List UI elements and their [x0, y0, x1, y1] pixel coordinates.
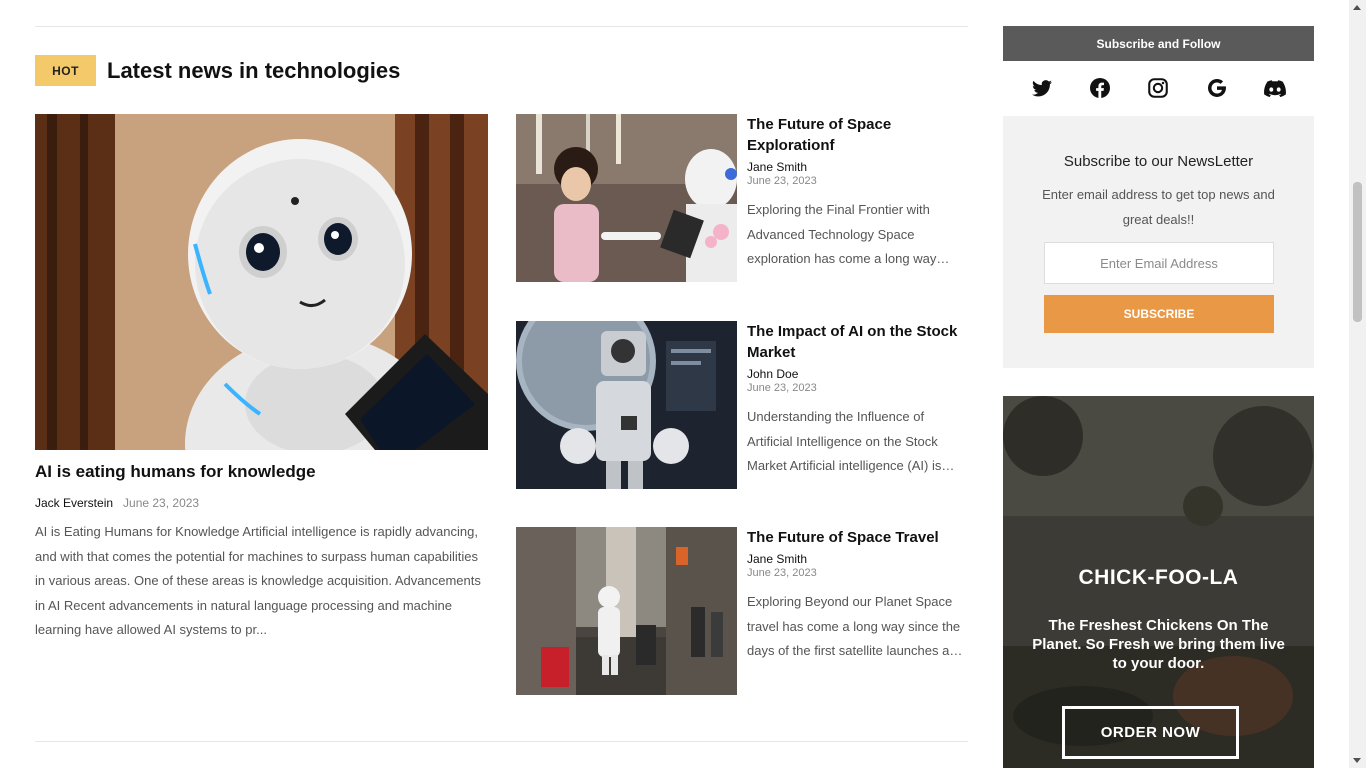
article-card[interactable]: The Future of Space Explorationf Jane Sm… [516, 114, 968, 282]
article-excerpt: Exploring Beyond our Planet Space travel… [747, 594, 964, 658]
article-body: The Future of Space Explorationf Jane Sm… [747, 114, 968, 272]
section-header: HOT Latest news in technologies [35, 55, 400, 86]
newsletter-title: Subscribe to our NewsLetter [1063, 153, 1254, 170]
article-date: June 23, 2023 [747, 382, 817, 394]
scroll-up-arrow-icon[interactable] [1353, 5, 1361, 10]
article-card[interactable]: The Future of Space Travel Jane Smith Ju… [516, 527, 968, 695]
article-author[interactable]: Jane Smith [747, 552, 968, 566]
social-links [1003, 70, 1314, 106]
facebook-icon[interactable] [1089, 77, 1111, 99]
featured-meta: Jack Everstein June 23, 2023 [35, 496, 199, 510]
street-robot-illustration [516, 527, 737, 695]
article-image[interactable] [516, 114, 737, 282]
article-title[interactable]: The Future of Space Explorationf [747, 114, 968, 156]
article-excerpt: Exploring the Final Frontier with Advanc… [747, 202, 937, 266]
featured-title[interactable]: AI is eating humans for knowledge [35, 462, 316, 482]
ad-brand: CHICK-FOO-LA [1078, 566, 1239, 589]
article-body: The Future of Space Travel Jane Smith Ju… [747, 527, 968, 664]
instagram-icon[interactable] [1147, 77, 1169, 99]
hot-badge: HOT [35, 55, 96, 86]
scroll-down-arrow-icon[interactable] [1353, 758, 1361, 763]
featured-excerpt: AI is Eating Humans for Knowledge Artifi… [35, 524, 481, 637]
ad-tagline: The Freshest Chickens On The Planet. So … [1032, 617, 1285, 672]
ad-banner[interactable]: CHICK-FOO-LA The Freshest Chickens On Th… [1003, 396, 1314, 768]
newsletter-box: Subscribe to our NewsLetter Enter email … [1003, 116, 1314, 368]
subscribe-button[interactable]: SUBSCRIBE [1044, 295, 1274, 333]
follow-bar: Subscribe and Follow [1003, 26, 1314, 61]
bottom-divider [35, 741, 968, 742]
girl-and-robot-illustration [516, 114, 737, 282]
article-date: June 23, 2023 [747, 567, 817, 579]
featured-author[interactable]: Jack Everstein [35, 496, 113, 510]
article-image[interactable] [516, 527, 737, 695]
page: HOT Latest news in technologies AI is ea… [0, 0, 1366, 768]
article-image[interactable] [516, 321, 737, 489]
section-title: Latest news in technologies [107, 57, 401, 83]
metal-robot-illustration [516, 321, 737, 489]
article-date: June 23, 2023 [747, 175, 817, 187]
twitter-icon[interactable] [1031, 77, 1053, 99]
email-field[interactable] [1044, 242, 1274, 284]
article-body: The Impact of AI on the Stock Market Joh… [747, 321, 968, 479]
article-author[interactable]: Jane Smith [747, 160, 968, 174]
scroll-thumb[interactable] [1353, 182, 1362, 322]
article-title[interactable]: The Future of Space Travel [747, 527, 968, 548]
article-author[interactable]: John Doe [747, 367, 968, 381]
robot-illustration [35, 114, 488, 450]
article-excerpt: Understanding the Influence of Artificia… [747, 409, 942, 473]
order-now-button[interactable]: ORDER NOW [1062, 706, 1239, 759]
discord-icon[interactable] [1263, 77, 1286, 99]
article-card[interactable]: The Impact of AI on the Stock Market Joh… [516, 321, 968, 489]
google-icon[interactable] [1206, 77, 1228, 99]
top-divider [35, 26, 968, 27]
newsletter-description: Enter email address to get top news and … [1042, 187, 1275, 227]
scrollbar[interactable] [1349, 0, 1366, 768]
featured-date: June 23, 2023 [123, 496, 200, 510]
article-title[interactable]: The Impact of AI on the Stock Market [747, 321, 968, 363]
featured-image[interactable] [35, 114, 488, 450]
